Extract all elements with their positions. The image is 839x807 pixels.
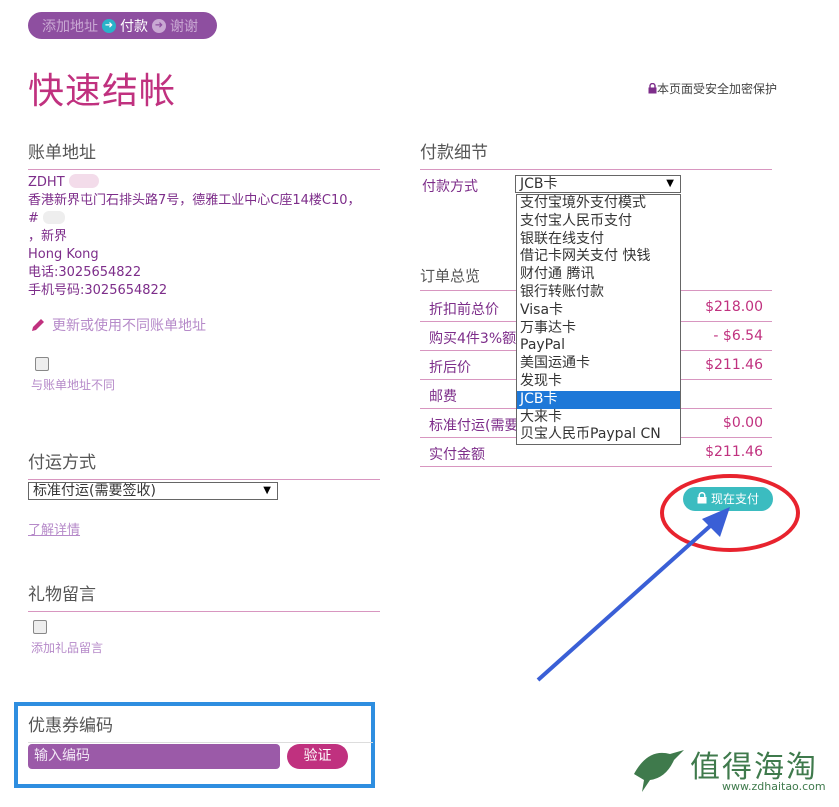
billing-line2: #	[28, 211, 39, 226]
payment-option[interactable]: 支付宝境外支付模式	[517, 195, 680, 213]
summary-value: $211.46	[705, 357, 763, 373]
payment-method-dropdown[interactable]: 支付宝境外支付模式 支付宝人民币支付 银联在线支付 借记卡网关支付 快钱 财付通 腾讯银…	[516, 194, 681, 446]
edit-billing-link[interactable]: 更新或使用不同账单地址	[30, 315, 206, 335]
shipping-details-link[interactable]: 了解详情	[28, 519, 80, 538]
payment-option[interactable]: 美国运通卡	[517, 355, 680, 373]
payment-option[interactable]: 借记卡网关支付 快钱	[517, 248, 680, 266]
payment-option[interactable]: 财付通 腾讯	[517, 266, 680, 284]
page-title: 快速结帐	[28, 71, 177, 112]
secure-note: 本页面受安全加密保护	[648, 80, 777, 97]
summary-title: 订单总览	[420, 267, 481, 285]
summary-label: 标准付运(需要	[429, 418, 519, 434]
shipping-method-select[interactable]: 标准付运(需要签收) ▼	[28, 482, 278, 500]
progress-step-payment: 付款	[120, 18, 148, 35]
payment-option[interactable]: 贝宝人民币Paypal CN	[517, 426, 680, 444]
billing-address: ZDHT 香港新界屯门石排头路7号，德雅工业中心C座14楼C10， # ，新界 …	[28, 174, 361, 300]
edit-billing-label: 更新或使用不同账单地址	[52, 318, 206, 334]
redacted-blur	[43, 211, 66, 224]
shipping-title: 付运方式	[28, 448, 380, 480]
verify-coupon-button[interactable]: 验证	[287, 744, 348, 769]
payment-selected: JCB卡	[520, 176, 558, 192]
progress-step-thanks: 谢谢	[170, 18, 198, 35]
billing-line3: ，新界	[28, 229, 68, 244]
payment-option[interactable]: 发现卡	[517, 373, 680, 391]
payment-option[interactable]: 万事达卡	[517, 320, 680, 338]
payment-option[interactable]: JCB卡	[517, 390, 680, 409]
summary-label: 购买4件3%额外	[429, 331, 531, 347]
payment-option[interactable]: 银联在线支付	[517, 231, 680, 249]
payment-method-select[interactable]: JCB卡 ▼	[515, 175, 681, 193]
coupon-title: 优惠券编码	[28, 711, 373, 743]
billing-mobile: 手机号码:3025654822	[28, 283, 168, 298]
summary-value: $0.00	[722, 415, 763, 431]
billing-line1: 香港新界屯门石排头路7号，德雅工业中心C座14楼C10，	[28, 193, 361, 208]
payment-option[interactable]: 支付宝人民币支付	[517, 213, 680, 231]
watermark-url: www.zdhaitao.com	[722, 780, 826, 793]
payment-option[interactable]: PayPal	[517, 337, 680, 355]
summary-value: - $6.54	[713, 328, 763, 344]
pencil-icon	[32, 319, 44, 331]
shipping-selected: 标准付运(需要签收)	[33, 483, 156, 499]
annotation-arrow	[536, 507, 730, 682]
arrow-right-icon: ➜	[102, 18, 116, 33]
summary-label: 折扣前总价	[429, 302, 499, 318]
payment-option[interactable]: Visa卡	[517, 302, 680, 320]
payment-method-label: 付款方式	[422, 179, 478, 195]
bird-logo-icon	[634, 750, 684, 792]
gift-title: 礼物留言	[28, 580, 380, 612]
payment-option[interactable]: 银行转账付款	[517, 284, 680, 302]
arrow-right-icon: ➜	[152, 18, 166, 33]
lock-icon	[648, 82, 657, 94]
billing-title: 账单地址	[28, 138, 380, 170]
checkout-progress: 添加地址 ➜ 付款 ➜ 谢谢	[28, 12, 217, 39]
billing-phone: 电话:3025654822	[28, 265, 142, 280]
gift-message-label[interactable]: 添加礼品留言	[31, 639, 103, 656]
progress-step-address[interactable]: 添加地址	[42, 16, 98, 36]
summary-value: $218.00	[705, 299, 763, 315]
summary-label: 邮费	[429, 389, 457, 405]
secure-note-text: 本页面受安全加密保护	[656, 82, 777, 96]
gift-message-checkbox[interactable]	[33, 620, 47, 634]
summary-value: $211.46	[705, 444, 763, 460]
caret-down-icon: ▼	[666, 178, 674, 189]
payment-title: 付款细节	[420, 138, 772, 170]
summary-label: 实付金额	[429, 447, 485, 463]
caret-down-icon: ▼	[263, 485, 271, 496]
redacted-blur	[68, 174, 99, 188]
billing-name: ZDHT	[28, 175, 65, 190]
summary-label: 折后价	[429, 360, 471, 376]
diff-address-label[interactable]: 与账单地址不同	[31, 376, 115, 393]
diff-address-checkbox[interactable]	[35, 357, 49, 371]
billing-country: Hong Kong	[28, 247, 99, 262]
coupon-input[interactable]: 输入编码	[28, 744, 280, 769]
payment-option[interactable]: 大来卡	[517, 409, 680, 427]
